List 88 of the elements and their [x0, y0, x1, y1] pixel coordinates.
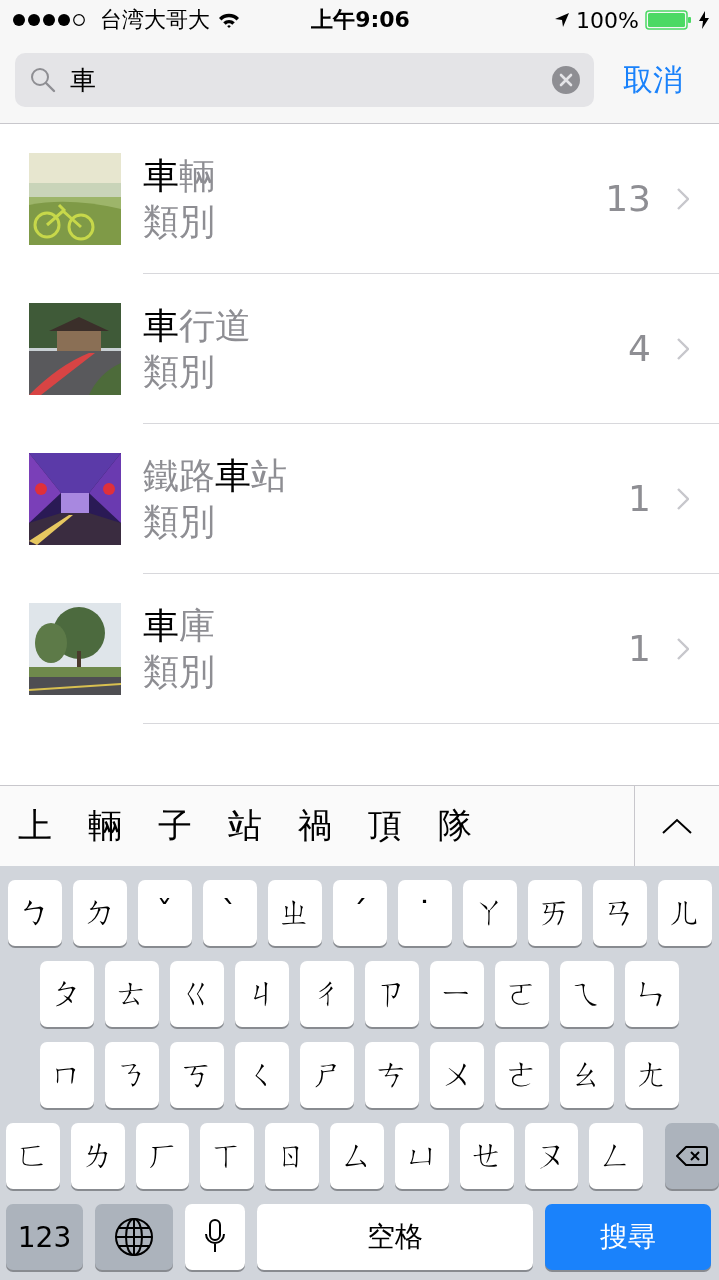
keyboard-key[interactable]: ㄢ: [592, 880, 647, 946]
keyboard-key[interactable]: ㄛ: [495, 961, 549, 1027]
numbers-key[interactable]: 123: [6, 1204, 83, 1270]
album-row[interactable]: 鐵路車站 類別 1: [0, 424, 719, 574]
keyboard-key[interactable]: ˇ: [137, 880, 192, 946]
keyboard-key[interactable]: ㄊ: [105, 961, 159, 1027]
keyboard-key[interactable]: ㄋ: [105, 1042, 159, 1108]
space-key[interactable]: 空格: [257, 1204, 533, 1270]
keyboard-key[interactable]: ㄇ: [40, 1042, 94, 1108]
candidate-word[interactable]: 輛: [88, 803, 122, 849]
keyboard-key[interactable]: ㄧ: [430, 961, 484, 1027]
backspace-key[interactable]: [665, 1123, 719, 1189]
photo-count: 13: [605, 178, 651, 219]
keyboard-key[interactable]: ㄜ: [495, 1042, 549, 1108]
album-row[interactable]: 車行道 類別 4: [0, 274, 719, 424]
keyboard-key[interactable]: ㄡ: [524, 1123, 579, 1189]
candidate-word[interactable]: 子: [158, 803, 192, 849]
chevron-right-icon: [677, 487, 689, 510]
keyboard-key[interactable]: ㄗ: [365, 961, 419, 1027]
microphone-icon: [204, 1219, 226, 1255]
keyboard-key[interactable]: ㄖ: [265, 1123, 320, 1189]
chevron-right-icon: [677, 187, 689, 210]
candidate-word[interactable]: 頂: [368, 803, 402, 849]
carrier-name: 台湾大哥大: [100, 6, 210, 34]
keyboard-key[interactable]: ㄉ: [72, 880, 127, 946]
album-title: 車庫: [143, 603, 216, 648]
keyboard-key[interactable]: ㄌ: [70, 1123, 125, 1189]
keyboard-key[interactable]: ㄍ: [170, 961, 224, 1027]
keyboard-key[interactable]: ˋ: [202, 880, 257, 946]
keyboard-key[interactable]: ㄎ: [170, 1042, 224, 1108]
album-row[interactable]: 車輛 類別 13: [0, 124, 719, 274]
keyboard-key[interactable]: ㄞ: [527, 880, 582, 946]
battery-percent: 100%: [576, 7, 639, 33]
keyboard-key[interactable]: ㄨ: [430, 1042, 484, 1108]
photo-count: 1: [628, 628, 651, 669]
globe-key[interactable]: [95, 1204, 173, 1270]
photo-count: 1: [628, 478, 651, 519]
keyboard-key[interactable]: ㄈ: [6, 1123, 60, 1189]
wifi-icon: [218, 11, 240, 29]
microphone-key[interactable]: [185, 1204, 245, 1270]
chevron-up-icon: [662, 818, 692, 834]
album-category: 類別: [143, 199, 216, 244]
album-category: 類別: [143, 499, 216, 544]
keyboard-key[interactable]: ㄣ: [625, 961, 679, 1027]
candidate-word[interactable]: 站: [228, 803, 262, 849]
search-icon: [30, 67, 56, 93]
keyboard-key[interactable]: ㄩ: [394, 1123, 449, 1189]
clock-time: 上午9:06: [311, 6, 410, 34]
keyboard-key[interactable]: ㄠ: [560, 1042, 614, 1108]
candidate-word[interactable]: 上: [18, 803, 52, 849]
keyboard-key[interactable]: ㄏ: [135, 1123, 190, 1189]
album-row[interactable]: 車庫 類別 1: [0, 574, 719, 724]
backspace-icon: [676, 1145, 709, 1167]
search-field[interactable]: 車: [15, 53, 594, 107]
charging-bolt-icon: [699, 11, 709, 29]
keyboard-key[interactable]: ㄕ: [300, 1042, 354, 1108]
keyboard-key[interactable]: ㄓ: [267, 880, 322, 946]
candidate-word[interactable]: 隊: [438, 803, 472, 849]
clear-icon[interactable]: [552, 66, 580, 94]
keyboard-key[interactable]: ㄘ: [365, 1042, 419, 1108]
keyboard-key[interactable]: ˊ: [332, 880, 387, 946]
photo-count: 4: [628, 328, 651, 369]
location-arrow-icon: [554, 12, 571, 28]
keyboard-key[interactable]: ㄙ: [330, 1123, 384, 1189]
keyboard-key[interactable]: ㄚ: [462, 880, 517, 946]
keyboard-key[interactable]: ㄝ: [459, 1123, 514, 1189]
search-key[interactable]: 搜尋: [545, 1204, 711, 1270]
keyboard-key[interactable]: ㄤ: [625, 1042, 679, 1108]
album-title: 車輛: [143, 153, 216, 198]
keyboard-key[interactable]: ㄅ: [7, 880, 62, 946]
album-category: 類別: [143, 349, 216, 394]
keyboard-key[interactable]: ㄦ: [657, 880, 712, 946]
album-title: 鐵路車站: [143, 453, 288, 498]
candidate-word[interactable]: 禍: [298, 803, 332, 849]
battery-icon: [645, 10, 693, 30]
globe-icon: [114, 1217, 154, 1257]
keyboard-key[interactable]: ㄑ: [235, 1042, 289, 1108]
keyboard-key[interactable]: ㄆ: [40, 961, 94, 1027]
chevron-right-icon: [677, 337, 689, 360]
album-title: 車行道: [143, 303, 252, 348]
keyboard-key[interactable]: ㄒ: [200, 1123, 255, 1189]
chevron-right-icon: [677, 637, 689, 660]
keyboard-key[interactable]: ㄐ: [235, 961, 289, 1027]
keyboard-key[interactable]: ㄔ: [300, 961, 354, 1027]
keyboard-key[interactable]: ˙: [397, 880, 452, 946]
album-category: 類別: [143, 649, 216, 694]
keyboard-key[interactable]: ㄟ: [560, 961, 614, 1027]
keyboard-key[interactable]: ㄥ: [589, 1123, 644, 1189]
